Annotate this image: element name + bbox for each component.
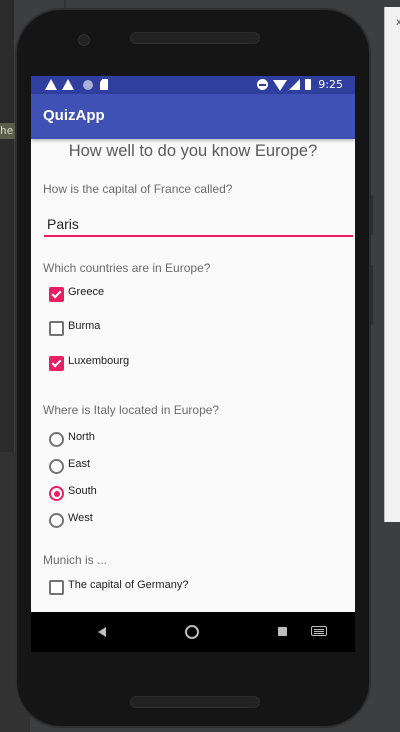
home-icon[interactable] <box>185 625 199 639</box>
warning-icon <box>45 79 57 90</box>
earpiece-speaker <box>130 32 260 44</box>
back-icon[interactable] <box>98 627 106 637</box>
keyboard-icon[interactable] <box>311 626 327 636</box>
radio-unselected-icon[interactable] <box>49 432 64 447</box>
ide-code-fragment: he <box>0 123 16 139</box>
radio-label: North <box>68 431 95 443</box>
radio-unselected-icon[interactable] <box>49 459 64 474</box>
question-1-text: How is the capital of France called? <box>43 182 233 196</box>
app-bar: QuizApp <box>31 94 355 139</box>
bottom-speaker <box>130 696 260 708</box>
status-bar: 9:25 <box>31 76 355 94</box>
power-button[interactable] <box>369 265 373 325</box>
checkbox-checked-icon[interactable] <box>49 287 64 302</box>
capital-answer-input[interactable] <box>44 213 353 237</box>
app-title: QuizApp <box>43 107 105 124</box>
volume-button[interactable] <box>369 195 373 235</box>
radio-unselected-icon[interactable] <box>49 513 64 528</box>
battery-icon <box>305 79 311 90</box>
checkbox-label: Burma <box>68 320 101 332</box>
radio-selected-icon[interactable] <box>49 486 64 501</box>
checkbox-label: Greece <box>68 286 105 298</box>
status-time: 9:25 <box>318 78 343 91</box>
recents-icon[interactable] <box>278 627 287 636</box>
ide-side-panel: x <box>384 7 400 522</box>
warning-icon <box>62 79 74 90</box>
navigation-bar <box>31 612 355 652</box>
checkbox-label: Luxembourg <box>68 355 130 367</box>
question-3-text: Where is Italy located in Europe? <box>43 403 220 417</box>
circle-icon <box>83 80 93 90</box>
close-icon[interactable]: x <box>396 17 400 28</box>
radio-label: South <box>68 485 97 497</box>
sd-card-icon <box>100 79 108 90</box>
cell-signal-icon <box>289 79 300 90</box>
checkbox-label: The capital of Germany? <box>68 579 189 591</box>
checkbox-checked-icon[interactable] <box>49 356 64 371</box>
question-4-text: Munich is ... <box>43 553 108 567</box>
quiz-heading: How well to do you know Europe? <box>68 142 318 160</box>
question-2-text: Which countries are in Europe? <box>43 261 211 275</box>
quiz-content[interactable]: How well to do you know Europe? How is t… <box>31 139 355 652</box>
radio-label: West <box>68 512 93 524</box>
do-not-disturb-icon <box>257 79 268 90</box>
radio-label: East <box>68 458 91 470</box>
wifi-icon <box>273 80 287 91</box>
front-camera <box>78 34 90 46</box>
checkbox-unchecked-icon[interactable] <box>49 321 64 336</box>
checkbox-unchecked-icon[interactable] <box>49 580 64 595</box>
device-screen: 9:25 QuizApp How well to do you know Eur… <box>31 76 355 652</box>
